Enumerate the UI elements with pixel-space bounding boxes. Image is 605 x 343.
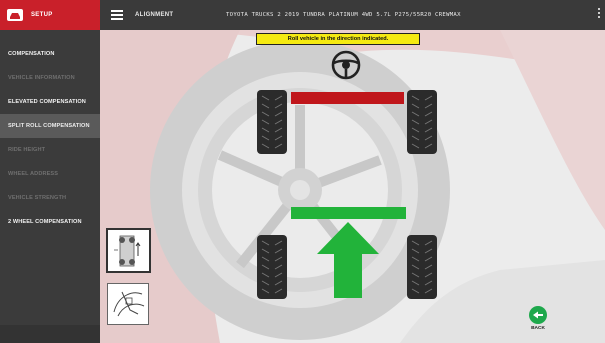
sidebar-item-split-roll-compensation[interactable]: SPLIT ROLL COMPENSATION xyxy=(0,114,100,138)
car-icon xyxy=(7,9,23,21)
front-right-tire-icon xyxy=(407,235,437,299)
back-label: BACK xyxy=(531,326,545,331)
rolling-vehicle-thumbnail[interactable] xyxy=(106,228,151,273)
setup-tab[interactable]: SETUP xyxy=(0,0,100,30)
kebab-icon[interactable] xyxy=(597,8,601,22)
arrow-left-icon xyxy=(529,306,547,324)
steering-wheel-icon xyxy=(331,50,361,80)
arrow-up-icon xyxy=(317,222,379,298)
rear-right-tire-icon xyxy=(407,90,437,154)
sidebar: COMPENSATION VEHICLE INFORMATION ELEVATE… xyxy=(0,30,100,343)
sidebar-item-compensation[interactable]: COMPENSATION xyxy=(0,42,100,66)
back-button[interactable]: BACK xyxy=(526,306,550,331)
sidebar-item-label: WHEEL ADDRESS xyxy=(8,171,59,177)
sidebar-item-vehicle-strength: VEHICLE STRENGTH xyxy=(0,186,100,210)
sidebar-item-ride-height: RIDE HEIGHT xyxy=(0,138,100,162)
rear-left-tire-icon xyxy=(257,90,287,154)
sidebar-item-wheel-address: WHEEL ADDRESS xyxy=(0,162,100,186)
rear-axle-indicator xyxy=(291,92,404,104)
sidebar-footer xyxy=(0,325,100,343)
sidebar-item-2-wheel-compensation[interactable]: 2 WHEEL COMPENSATION xyxy=(0,210,100,234)
sidebar-item-label: COMPENSATION xyxy=(8,51,55,57)
sidebar-item-vehicle-information: VEHICLE INFORMATION xyxy=(0,66,100,90)
rolling-vehicle-icon xyxy=(108,230,149,271)
hamburger-icon[interactable] xyxy=(111,10,123,20)
main-panel: Roll vehicle in the direction indicated. xyxy=(100,30,605,343)
sidebar-item-label: 2 WHEEL COMPENSATION xyxy=(8,219,82,225)
sidebar-item-label: VEHICLE STRENGTH xyxy=(8,195,67,201)
vehicle-info: TOYOTA TRUCKS 2 2019 TUNDRA PLATINUM 4WD… xyxy=(226,12,461,18)
sidebar-item-label: SPLIT ROLL COMPENSATION xyxy=(8,123,90,129)
sidebar-item-label: VEHICLE INFORMATION xyxy=(8,75,75,81)
module-title: ALIGNMENT xyxy=(135,12,174,18)
wheel-clamp-icon xyxy=(108,284,148,324)
front-axle-indicator xyxy=(291,207,406,219)
instruction-banner: Roll vehicle in the direction indicated. xyxy=(256,33,420,45)
wheel-clamp-thumbnail[interactable] xyxy=(107,283,149,325)
setup-label: SETUP xyxy=(31,12,53,18)
sidebar-item-label: ELEVATED COMPENSATION xyxy=(8,99,86,105)
sidebar-item-label: RIDE HEIGHT xyxy=(8,147,46,153)
sidebar-item-elevated-compensation[interactable]: ELEVATED COMPENSATION xyxy=(0,90,100,114)
front-left-tire-icon xyxy=(257,235,287,299)
top-bar: SETUP ALIGNMENT TOYOTA TRUCKS 2 2019 TUN… xyxy=(0,0,605,30)
